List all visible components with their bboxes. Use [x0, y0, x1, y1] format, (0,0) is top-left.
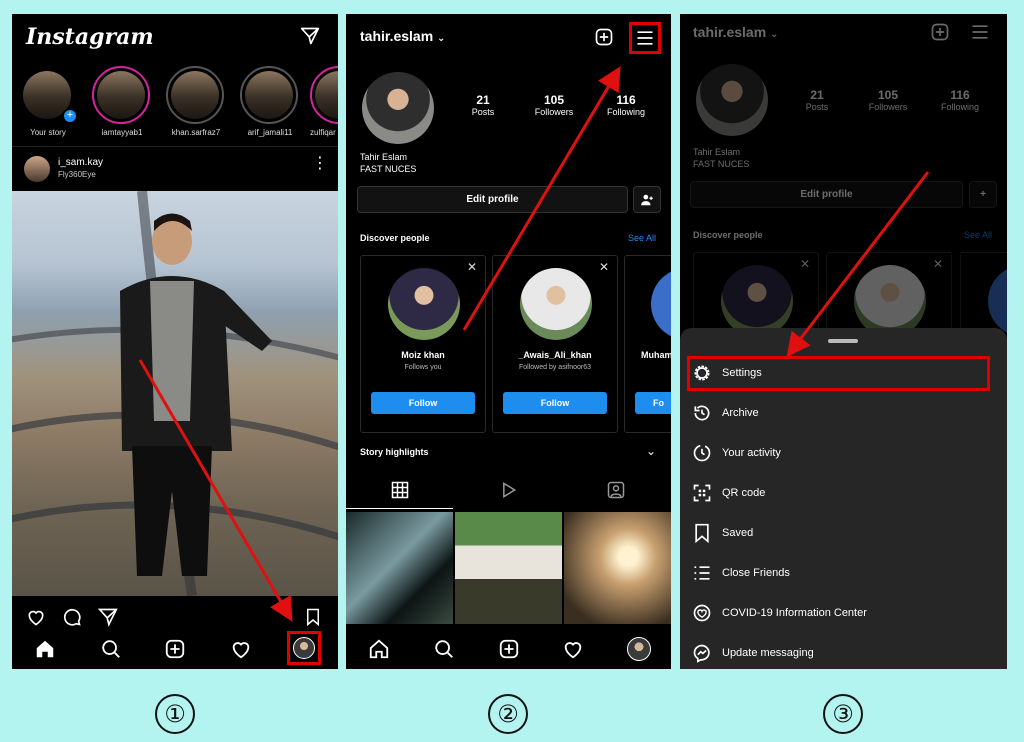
red-arrow: [462, 66, 621, 331]
feed-screen: Instagram Your story + iamtayyab1 khan.s…: [12, 14, 338, 669]
step-number-1: ①: [155, 694, 195, 734]
red-arrow: [138, 359, 293, 622]
red-arrow: [786, 171, 930, 358]
menu-screen: tahir.eslam ⌄ 21 Posts 105 Followers 116 Fo…: [680, 14, 1007, 669]
profile-screen: tahir.eslam ⌄ 21 Posts 105 Followers 116 Fo…: [346, 14, 671, 669]
step-number-3: ③: [823, 694, 863, 734]
step-number-2: ②: [488, 694, 528, 734]
